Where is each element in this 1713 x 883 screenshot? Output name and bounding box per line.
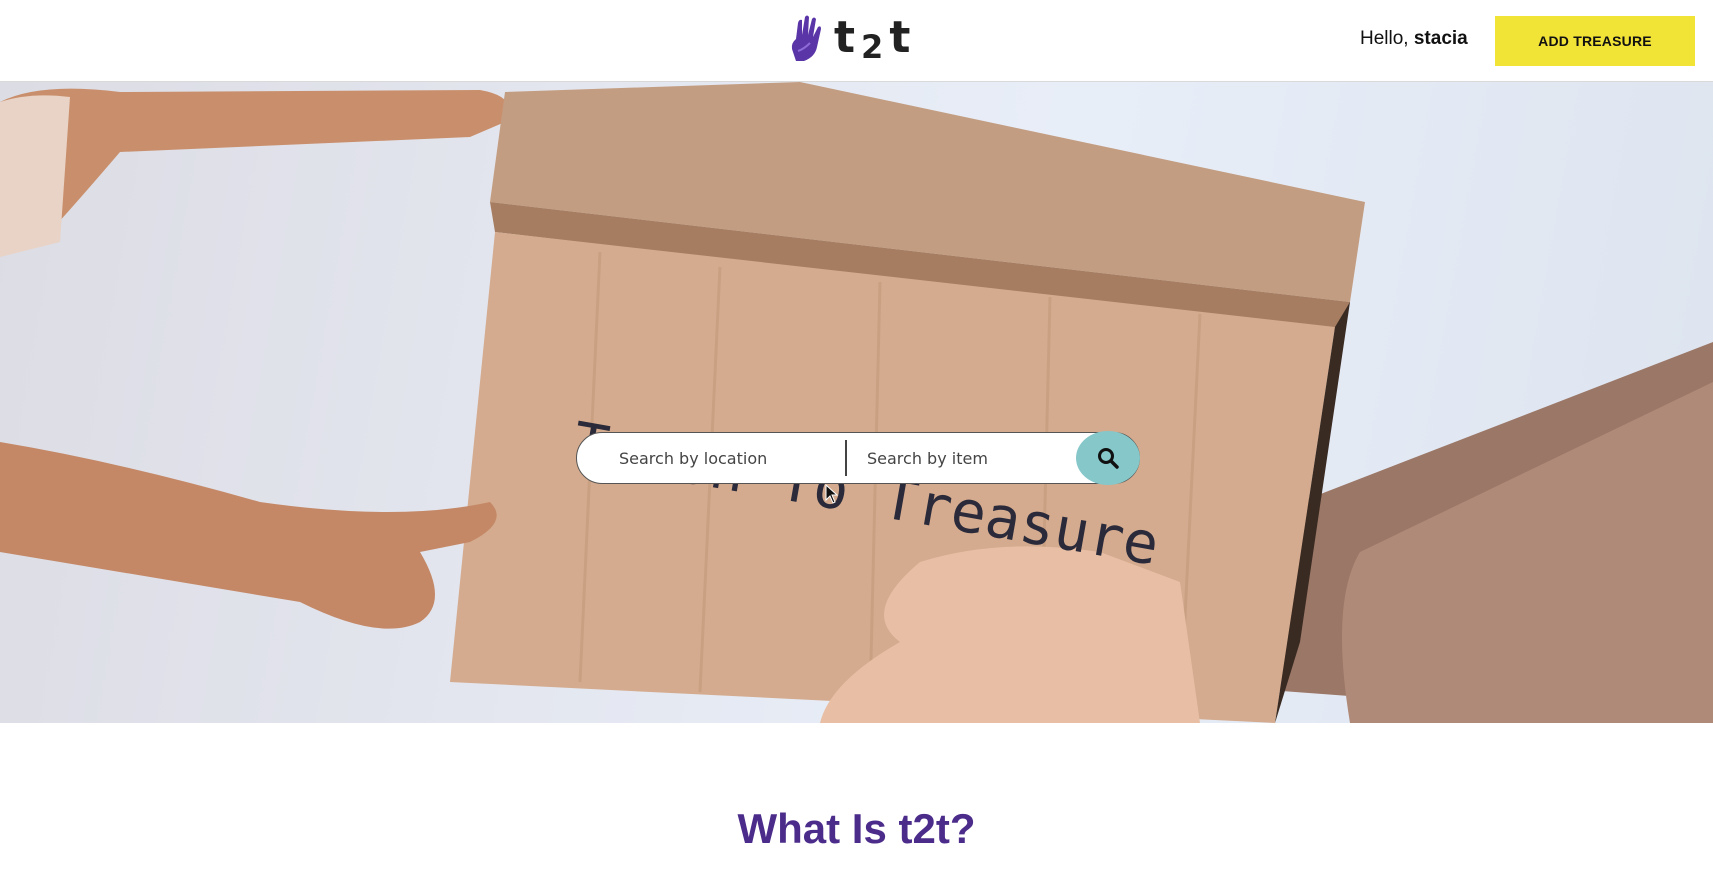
logo-digit-2: 2 bbox=[861, 28, 890, 66]
top-navbar: t2t Hello, stacia ADD TREASURE bbox=[0, 0, 1713, 82]
username-label[interactable]: stacia bbox=[1414, 28, 1468, 49]
logo-letter-t2: t bbox=[889, 12, 917, 63]
about-section-title: What Is t2t? bbox=[737, 805, 976, 852]
hero-banner: Trash To Treasure bbox=[0, 82, 1713, 723]
hand-logo-icon bbox=[791, 15, 821, 61]
search-divider bbox=[845, 440, 847, 476]
add-treasure-button[interactable]: ADD TREASURE bbox=[1495, 16, 1695, 66]
search-button[interactable] bbox=[1076, 431, 1140, 485]
location-search-input[interactable] bbox=[619, 438, 819, 478]
user-greeting: Hello, stacia bbox=[1360, 28, 1468, 50]
greeting-prefix: Hello, bbox=[1360, 28, 1409, 49]
mouse-pointer-icon bbox=[825, 484, 839, 504]
search-icon bbox=[1098, 448, 1119, 469]
logo-letter-t1: t bbox=[834, 12, 862, 63]
search-form bbox=[576, 432, 1140, 484]
t2t-logo[interactable]: t2t bbox=[790, 12, 916, 64]
box-handwritten-text: Trash To Treasure bbox=[568, 409, 1164, 579]
item-search-input[interactable] bbox=[867, 438, 1047, 478]
logo-wordmark: t2t bbox=[834, 16, 916, 64]
